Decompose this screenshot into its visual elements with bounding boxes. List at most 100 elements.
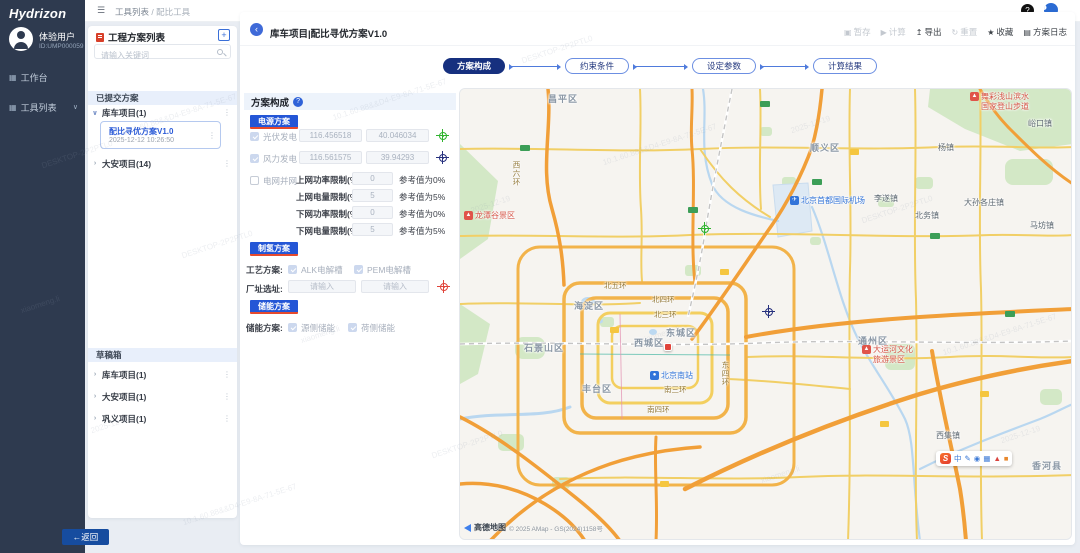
grid-checkbox[interactable] — [250, 176, 259, 185]
help-icon[interactable]: ? — [293, 97, 303, 107]
calculate-button[interactable]: ▶计算 — [881, 26, 906, 38]
user-avatar — [9, 27, 33, 51]
ime-skin-brush-icon[interactable]: ▲ — [993, 454, 1000, 463]
map-label: ▲龙潭谷景区 — [464, 211, 515, 221]
amap-logo-icon — [464, 524, 471, 532]
grid-down-power-input[interactable] — [352, 206, 393, 219]
ime-chinese-mode-icon[interactable]: 中 — [954, 453, 962, 464]
more-icon[interactable]: ⋮ — [223, 108, 231, 117]
hydrogen-plan-button[interactable]: 制氢方案 — [250, 242, 298, 256]
wind-map-pick-icon[interactable] — [436, 151, 449, 164]
more-icon[interactable]: ⋮ — [223, 159, 231, 168]
ime-toolbar[interactable]: S 中✎◉▦▲ ■ — [936, 451, 1012, 466]
plan-list-panel: 工程方案列表 + 已提交方案 ∨ 库车项目(1) ⋮ 配比寻优方案V1.0 20… — [88, 26, 237, 518]
draft-group-daan[interactable]: › 大安项目(1) ⋮ — [88, 390, 237, 403]
source-storage-checkbox[interactable] — [288, 323, 297, 332]
map-label: 东四环 — [721, 361, 730, 387]
plan-log-button[interactable]: ▤方案日志 — [1023, 26, 1067, 38]
map-label: 马坊镇 — [1030, 221, 1054, 231]
step-plan-composition[interactable]: 方案构成 — [443, 58, 505, 74]
map-label: ✈北京首都国际机场 — [790, 196, 865, 206]
wind-checkbox[interactable] — [250, 154, 259, 163]
back-button[interactable]: ←返回 — [62, 529, 109, 545]
wind-location-marker[interactable] — [762, 305, 775, 318]
more-icon[interactable]: ⋮ — [223, 392, 231, 401]
grid-up-power-input[interactable] — [352, 172, 393, 185]
map-label: 东城区 — [666, 328, 696, 339]
chevron-down-icon: ∨ — [73, 103, 78, 111]
alk-checkbox[interactable] — [288, 265, 297, 274]
step-parameters[interactable]: 设定参数 — [692, 58, 756, 74]
grid-down-energy-input[interactable] — [352, 223, 393, 236]
add-plan-button[interactable]: + — [218, 29, 230, 41]
sidebar: Hydrizon 体验用户 ID:UMP000059 ▦ 工作台 ▦ 工具列表 … — [0, 0, 85, 553]
ime-pen-icon[interactable]: ✎ — [965, 454, 971, 463]
step-constraints[interactable]: 约束条件 — [565, 58, 629, 74]
pv-location-marker[interactable] — [698, 222, 711, 235]
ime-toolbox-icon[interactable]: ■ — [1004, 454, 1009, 463]
pv-map-pick-icon[interactable] — [436, 129, 449, 142]
site-input-2[interactable] — [361, 280, 429, 293]
step-results[interactable]: 计算结果 — [813, 58, 877, 74]
back-circle-button[interactable]: ‹ — [250, 23, 263, 36]
more-icon[interactable]: ⋮ — [208, 131, 216, 140]
save-draft-button[interactable]: ▣暂存 — [844, 26, 871, 38]
export-button[interactable]: ↥导出 — [916, 26, 942, 38]
caret-right-icon: › — [88, 371, 102, 378]
plan-search-input[interactable] — [95, 49, 230, 62]
user-id: ID:UMP000059 — [39, 43, 83, 50]
pem-checkbox[interactable] — [354, 265, 363, 274]
draft-group-gongyi[interactable]: › 巩义项目(1) ⋮ — [88, 412, 237, 425]
sidebar-item-workbench[interactable]: ▦ 工作台 — [0, 66, 85, 88]
map-label: 南四环 — [647, 405, 670, 414]
favorite-button[interactable]: ★收藏 — [987, 26, 1013, 38]
airport-icon: ✈ — [790, 196, 799, 205]
map-attribution: 高德地图 © 2025 AMap - GS(2024)1158号 — [464, 522, 603, 533]
grid-row-ref: 参考值为0% — [399, 174, 445, 186]
reset-button[interactable]: ↻重置 — [952, 26, 978, 38]
grid-label: 电网并网 — [263, 175, 297, 187]
caret-right-icon: › — [88, 415, 102, 422]
title-row: ‹ 库车项目|配比寻优方案V1.0 ▣暂存 ▶计算 ↥导出 ↻重置 ★收藏 ▤方… — [240, 12, 1075, 46]
sogou-logo-icon[interactable]: S — [940, 453, 951, 464]
caret-right-icon: › — [88, 160, 102, 167]
sidebar-item-tool-list[interactable]: ▦ 工具列表 ∨ — [0, 96, 85, 118]
map-label: 北四环 — [652, 295, 675, 304]
storage-label: 储能方案: — [246, 322, 283, 334]
ime-mic-icon[interactable]: ◉ — [974, 454, 981, 463]
power-plan-button[interactable]: 电源方案 — [250, 115, 298, 129]
step-connector — [634, 66, 687, 67]
hamburger-icon[interactable]: ☰ — [97, 5, 105, 16]
pv-latitude-input[interactable] — [366, 129, 429, 142]
source-storage-label: 源侧储能 — [301, 322, 335, 334]
more-icon[interactable]: ⋮ — [223, 370, 231, 379]
tree-group-kuche[interactable]: ∨ 库车项目(1) ⋮ — [88, 106, 237, 119]
plan-list-icon — [96, 33, 104, 42]
wind-latitude-input[interactable] — [366, 151, 429, 164]
map-label: 北三环 — [654, 310, 677, 319]
submitted-header: 已提交方案 — [88, 91, 237, 105]
export-icon: ↥ — [916, 28, 923, 37]
station-icon: ● — [650, 371, 659, 380]
wind-longitude-input[interactable] — [299, 151, 362, 164]
step-connector — [510, 66, 560, 67]
pv-checkbox[interactable] — [250, 132, 259, 141]
map-label: 大孙各庄镇 — [964, 198, 1004, 208]
site-input-1[interactable] — [288, 280, 356, 293]
more-icon[interactable]: ⋮ — [223, 414, 231, 423]
map-label: 杨镇 — [938, 143, 954, 153]
pv-longitude-input[interactable] — [299, 129, 362, 142]
map-label: ▲舞彩浅山滨水 国家登山步道 — [970, 92, 1029, 111]
draft-group-kuche[interactable]: › 库车项目(1) ⋮ — [88, 368, 237, 381]
site-map-pick-icon[interactable] — [437, 280, 450, 293]
grid-row-ref: 参考值为0% — [399, 208, 445, 220]
plan-list-title: 工程方案列表 — [108, 30, 165, 44]
selected-plan-card[interactable]: 配比寻优方案V1.0 2025-12-12 10:26:50 ⋮ — [100, 121, 221, 149]
storage-plan-button[interactable]: 储能方案 — [250, 300, 298, 314]
ime-keyboard-icon[interactable]: ▦ — [983, 454, 990, 463]
grid-up-energy-input[interactable] — [352, 189, 393, 202]
tree-group-daan[interactable]: › 大安项目(14) ⋮ — [88, 157, 237, 170]
map-canvas[interactable]: 昌平区顺义区海淀区西城区东城区石景山区丰台区通州区香河县杨镇峪口镇马坊镇大孙各庄… — [459, 88, 1072, 540]
landmark-marker[interactable] — [664, 343, 672, 351]
load-storage-checkbox[interactable] — [348, 323, 357, 332]
